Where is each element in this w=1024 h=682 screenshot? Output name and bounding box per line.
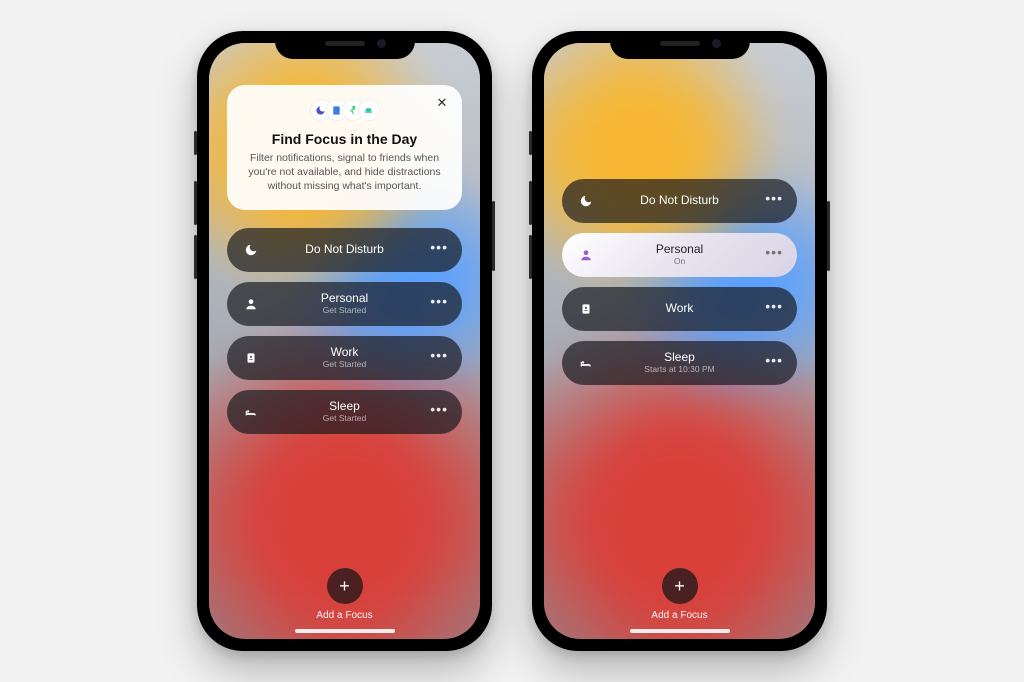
add-focus-label: Add a Focus — [651, 610, 707, 621]
volume-down-button — [529, 235, 532, 279]
notch-camera — [377, 39, 386, 48]
focus-item-sleep[interactable]: Sleep Starts at 10:30 PM ••• — [562, 341, 797, 385]
bed-icon — [576, 353, 596, 373]
card-icon-row — [245, 99, 444, 123]
phone-right: Do Not Disturb ••• Personal On ••• — [532, 31, 827, 651]
focus-list: Do Not Disturb ••• Personal On ••• — [562, 179, 797, 385]
focus-sub: Get Started — [323, 414, 366, 423]
home-indicator[interactable] — [630, 629, 730, 633]
focus-sub: Starts at 10:30 PM — [644, 365, 714, 374]
moon-icon — [241, 240, 261, 260]
more-icon[interactable]: ••• — [430, 294, 448, 308]
volume-up-button — [529, 181, 532, 225]
more-icon[interactable]: ••• — [765, 353, 783, 367]
focus-item-dnd[interactable]: Do Not Disturb ••• — [562, 179, 797, 223]
add-focus: + Add a Focus — [227, 568, 462, 629]
focus-item-work[interactable]: Work Get Started ••• — [227, 336, 462, 380]
plus-icon: + — [339, 576, 350, 597]
more-icon[interactable]: ••• — [765, 245, 783, 259]
focus-sub: Get Started — [321, 306, 368, 315]
power-button — [827, 201, 830, 271]
volume-down-button — [194, 235, 197, 279]
focus-name: Do Not Disturb — [640, 194, 719, 207]
power-button — [492, 201, 495, 271]
add-focus-button[interactable]: + — [662, 568, 698, 604]
badge-icon — [576, 299, 596, 319]
focus-intro-card: ✕ Find Focus in the Day — [227, 85, 462, 210]
screen: Do Not Disturb ••• Personal On ••• — [544, 43, 815, 639]
focus-name: Personal — [321, 292, 368, 305]
focus-sub: On — [656, 257, 703, 266]
add-focus-label: Add a Focus — [316, 610, 372, 621]
notch-camera — [712, 39, 721, 48]
home-indicator[interactable] — [295, 629, 395, 633]
card-title: Find Focus in the Day — [245, 131, 444, 147]
silence-switch — [529, 131, 532, 155]
focus-name: Do Not Disturb — [305, 243, 384, 256]
more-icon[interactable]: ••• — [430, 402, 448, 416]
focus-name: Sleep — [644, 351, 714, 364]
car-icon — [358, 99, 380, 121]
focus-item-dnd[interactable]: Do Not Disturb ••• — [227, 228, 462, 272]
silence-switch — [194, 131, 197, 155]
focus-name: Work — [666, 302, 694, 315]
bed-icon — [241, 402, 261, 422]
focus-item-personal[interactable]: Personal Get Started ••• — [227, 282, 462, 326]
moon-icon — [576, 191, 596, 211]
focus-name: Work — [323, 346, 366, 359]
person-icon — [241, 294, 261, 314]
focus-item-work[interactable]: Work ••• — [562, 287, 797, 331]
focus-name: Personal — [656, 243, 703, 256]
badge-icon — [241, 348, 261, 368]
volume-up-button — [194, 181, 197, 225]
add-focus-button[interactable]: + — [327, 568, 363, 604]
focus-item-sleep[interactable]: Sleep Get Started ••• — [227, 390, 462, 434]
focus-sub: Get Started — [323, 360, 366, 369]
phone-left: ✕ Find Focus in the Day — [197, 31, 492, 651]
person-icon — [576, 245, 596, 265]
notch-speaker — [325, 41, 365, 46]
more-icon[interactable]: ••• — [765, 299, 783, 313]
plus-icon: + — [674, 576, 685, 597]
focus-item-personal-active[interactable]: Personal On ••• — [562, 233, 797, 277]
more-icon[interactable]: ••• — [430, 240, 448, 254]
notch-speaker — [660, 41, 700, 46]
add-focus: + Add a Focus — [562, 568, 797, 629]
more-icon[interactable]: ••• — [430, 348, 448, 362]
focus-list: Do Not Disturb ••• Personal Get Started … — [227, 228, 462, 434]
screen: ✕ Find Focus in the Day — [209, 43, 480, 639]
focus-name: Sleep — [323, 400, 366, 413]
more-icon[interactable]: ••• — [765, 191, 783, 205]
card-body: Filter notifications, signal to friends … — [245, 151, 444, 194]
